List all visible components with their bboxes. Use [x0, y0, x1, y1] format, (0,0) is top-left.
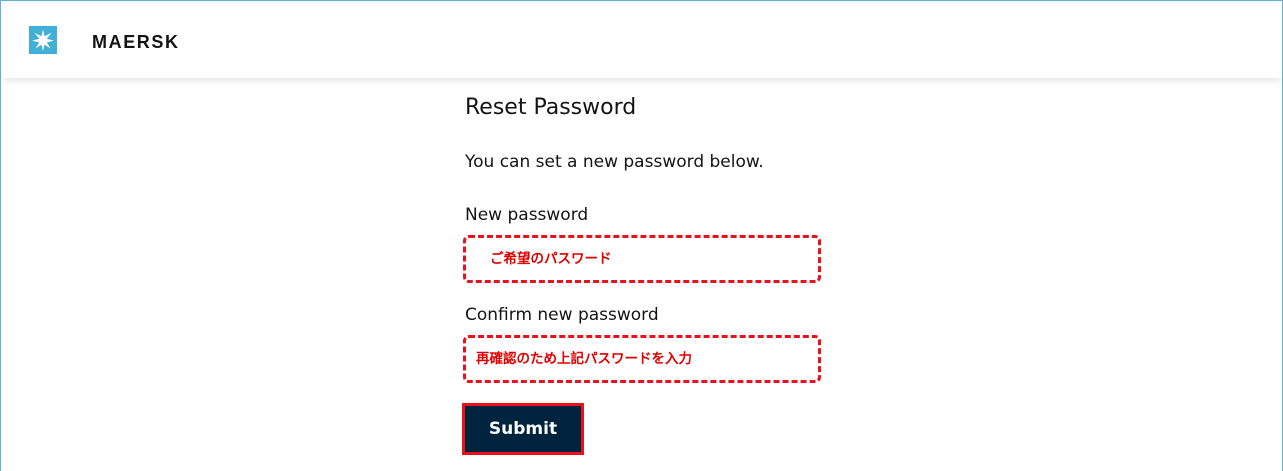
new-password-label: New password: [465, 205, 589, 225]
browser-frame: MAERSK Reset Password You can set a new …: [0, 0, 1283, 471]
form-description: You can set a new password below.: [465, 152, 764, 172]
new-password-field-frame: [463, 235, 821, 283]
submit-button[interactable]: Submit: [462, 403, 584, 455]
site-header: MAERSK: [2, 2, 1282, 78]
new-password-input[interactable]: [466, 238, 818, 280]
brand-logo-text[interactable]: MAERSK: [92, 32, 180, 52]
maersk-star-icon[interactable]: [29, 26, 57, 54]
page-title: Reset Password: [465, 95, 637, 120]
confirm-password-label: Confirm new password: [465, 305, 659, 325]
confirm-password-input[interactable]: [466, 338, 818, 380]
confirm-password-field-frame: [463, 335, 821, 383]
